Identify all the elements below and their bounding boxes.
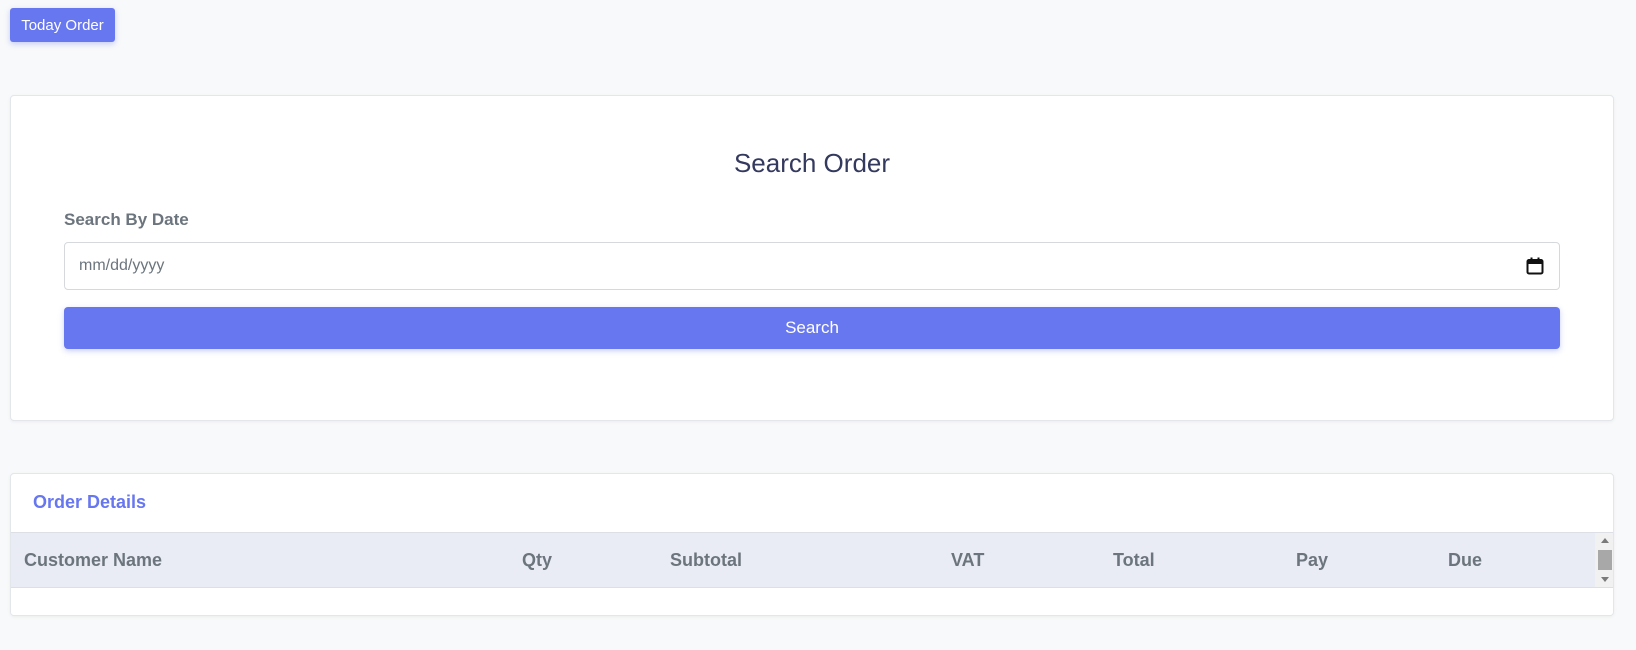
column-header-qty[interactable]: Qty bbox=[522, 533, 552, 587]
search-order-title: Search Order bbox=[733, 148, 891, 178]
column-header-customer-name[interactable]: Customer Name bbox=[24, 533, 162, 587]
column-header-due[interactable]: Due bbox=[1448, 533, 1482, 587]
calendar-icon[interactable] bbox=[1525, 256, 1545, 276]
order-details-card: Order Details Customer Name Qty Subtotal… bbox=[10, 473, 1614, 616]
scrollbar-thumb[interactable] bbox=[1598, 550, 1612, 570]
order-details-title: Order Details bbox=[33, 492, 147, 512]
order-table-header: Customer Name Qty Subtotal VAT Total Pay… bbox=[11, 532, 1595, 588]
column-header-subtotal[interactable]: Subtotal bbox=[670, 533, 742, 587]
column-header-total[interactable]: Total bbox=[1113, 533, 1155, 587]
search-date-input[interactable]: mm/dd/yyyy bbox=[64, 242, 1560, 290]
order-table-body bbox=[11, 588, 1613, 615]
table-scrollbar[interactable] bbox=[1595, 532, 1613, 588]
search-date-placeholder: mm/dd/yyyy bbox=[79, 257, 165, 274]
search-button[interactable]: Search bbox=[64, 307, 1560, 349]
scroll-down-arrow-icon[interactable] bbox=[1601, 577, 1609, 582]
search-order-card: Search Order Search By Date mm/dd/yyyy S… bbox=[10, 95, 1614, 421]
search-by-date-label: Search By Date bbox=[64, 210, 189, 229]
today-order-button[interactable]: Today Order bbox=[10, 8, 115, 42]
column-header-pay[interactable]: Pay bbox=[1296, 533, 1328, 587]
column-header-vat[interactable]: VAT bbox=[951, 533, 984, 587]
scroll-up-arrow-icon[interactable] bbox=[1601, 538, 1609, 543]
